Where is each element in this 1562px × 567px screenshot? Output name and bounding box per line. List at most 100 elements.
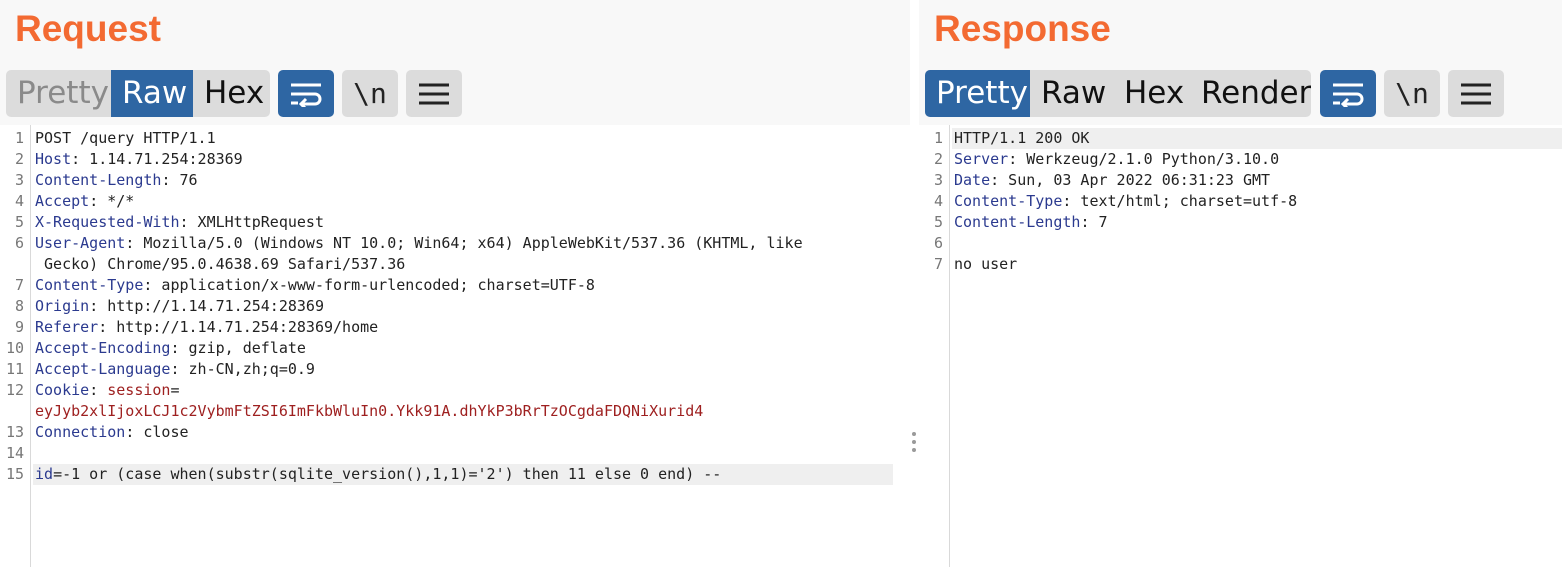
header-name: Connection bbox=[35, 423, 126, 441]
hamburger-menu-icon bbox=[1461, 83, 1491, 104]
header-value: : http://1.14.71.254:28369 bbox=[89, 297, 324, 315]
code-line: 2 Host: 1.14.71.254:28369 bbox=[0, 149, 910, 170]
response-newline-button[interactable]: \n bbox=[1384, 70, 1440, 117]
line-number: 6 bbox=[933, 234, 943, 252]
request-pane: Request Pretty Raw Hex \n 1 POST /query … bbox=[0, 0, 910, 567]
line-number: 2 bbox=[933, 150, 943, 168]
param-name: id bbox=[35, 465, 54, 483]
code-line: 10 Accept-Encoding: gzip, deflate bbox=[0, 338, 910, 359]
line-number: 5 bbox=[14, 213, 24, 231]
request-tab-hex[interactable]: Hex bbox=[193, 70, 270, 117]
header-value: : 1.14.71.254:28369 bbox=[71, 150, 243, 168]
wrap-lines-icon bbox=[291, 83, 322, 107]
response-wrap-lines-button[interactable] bbox=[1320, 70, 1376, 117]
header-name: Accept-Language bbox=[35, 360, 171, 378]
line-content: X-Requested-With: XMLHttpRequest bbox=[35, 212, 324, 233]
line-content: User-Agent: Mozilla/5.0 (Windows NT 10.0… bbox=[35, 233, 803, 254]
response-editor[interactable]: 1 HTTP/1.1 200 OK 2 Server: Werkzeug/2.1.0 … bbox=[919, 125, 1562, 567]
header-value: : text/html; charset=utf-8 bbox=[1062, 192, 1298, 210]
line-number: 3 bbox=[933, 171, 943, 189]
response-menu-button[interactable] bbox=[1448, 70, 1504, 117]
response-tab-pretty[interactable]: Pretty bbox=[925, 70, 1030, 117]
line-content: Origin: http://1.14.71.254:28369 bbox=[35, 296, 324, 317]
header-name: Referer bbox=[35, 318, 99, 336]
request-menu-button[interactable] bbox=[406, 70, 462, 117]
line-number: 8 bbox=[14, 297, 24, 315]
response-pane: Response Pretty Raw Hex Render \n 1 HTTP… bbox=[919, 0, 1562, 567]
header-value: POST /query HTTP/1.1 bbox=[35, 129, 216, 147]
code-line: 3 Date: Sun, 03 Apr 2022 06:31:23 GMT bbox=[919, 170, 1562, 191]
header-name: Content-Type bbox=[35, 276, 144, 294]
cookie-equals: = bbox=[170, 381, 180, 399]
line-content: Content-Type: text/html; charset=utf-8 bbox=[954, 191, 1297, 212]
line-number: 9 bbox=[14, 318, 24, 336]
line-content: Accept-Encoding: gzip, deflate bbox=[35, 338, 306, 359]
line-content: Connection: close bbox=[35, 422, 189, 443]
line-content: POST /query HTTP/1.1 bbox=[35, 128, 216, 149]
header-value: : bbox=[89, 381, 108, 399]
line-number: 5 bbox=[933, 213, 943, 231]
header-value: no user bbox=[954, 255, 1018, 273]
response-tab-render[interactable]: Render bbox=[1190, 70, 1311, 117]
request-tab-pretty[interactable]: Pretty bbox=[6, 70, 111, 117]
request-wrap-lines-button[interactable] bbox=[278, 70, 334, 117]
header-value: : XMLHttpRequest bbox=[179, 213, 325, 231]
header-name: Accept-Encoding bbox=[35, 339, 171, 357]
header-value: : application/x-www-form-urlencoded; cha… bbox=[143, 276, 595, 294]
line-content: Content-Length: 76 bbox=[35, 170, 198, 191]
line-content: Date: Sun, 03 Apr 2022 06:31:23 GMT bbox=[954, 170, 1270, 191]
header-name: Content-Type bbox=[954, 192, 1063, 210]
code-line: 3 Content-Length: 76 bbox=[0, 170, 910, 191]
code-line: 6 bbox=[919, 233, 1562, 254]
line-content: Content-Length: 7 bbox=[954, 212, 1108, 233]
header-name: Host bbox=[35, 150, 72, 168]
line-number: 1 bbox=[14, 129, 24, 147]
line-number: 3 bbox=[14, 171, 24, 189]
code-line: Gecko) Chrome/95.0.4638.69 Safari/537.36 bbox=[0, 254, 910, 275]
line-number: 11 bbox=[5, 360, 24, 378]
request-title: Request bbox=[15, 8, 161, 49]
header-name: X-Requested-With bbox=[35, 213, 180, 231]
code-line: 6 User-Agent: Mozilla/5.0 (Windows NT 10.… bbox=[0, 233, 910, 254]
param-value: =-1 or (case when(substr(sqlite_version(… bbox=[53, 465, 722, 483]
line-number: 10 bbox=[5, 339, 24, 357]
header-value: Gecko) Chrome/95.0.4638.69 Safari/537.36 bbox=[35, 255, 406, 273]
line-number: 4 bbox=[933, 192, 943, 210]
header-value: : close bbox=[125, 423, 189, 441]
code-line: 7 Content-Type: application/x-www-form-ur… bbox=[0, 275, 910, 296]
code-line: 15 id=-1 or (case when(substr(sqlite_vers… bbox=[0, 464, 910, 485]
response-tab-raw[interactable]: Raw bbox=[1030, 70, 1113, 117]
header-value: HTTP/1.1 200 OK bbox=[954, 129, 1090, 147]
line-number: 13 bbox=[5, 423, 24, 441]
code-line: 8 Origin: http://1.14.71.254:28369 bbox=[0, 296, 910, 317]
line-number: 6 bbox=[14, 234, 24, 252]
header-name: Content-Length bbox=[954, 213, 1081, 231]
line-number: 14 bbox=[5, 444, 24, 462]
line-number: 7 bbox=[933, 255, 943, 273]
header-name: Origin bbox=[35, 297, 90, 315]
code-line: 4 Accept: */* bbox=[0, 191, 910, 212]
code-line: 11 Accept-Language: zh-CN,zh;q=0.9 bbox=[0, 359, 910, 380]
pane-resize-handle-icon[interactable] bbox=[911, 432, 917, 456]
response-tab-hex[interactable]: Hex bbox=[1113, 70, 1190, 117]
line-content: Accept: */* bbox=[35, 191, 134, 212]
request-newline-button[interactable]: \n bbox=[342, 70, 398, 117]
header-value: : 7 bbox=[1080, 213, 1108, 231]
code-line: 5 X-Requested-With: XMLHttpRequest bbox=[0, 212, 910, 233]
line-number: 7 bbox=[14, 276, 24, 294]
request-header: Request Pretty Raw Hex \n bbox=[0, 0, 910, 125]
header-value: : Mozilla/5.0 (Windows NT 10.0; Win64; x… bbox=[125, 234, 803, 252]
line-content: Cookie: session= bbox=[35, 380, 180, 401]
cookie-value: eyJyb2xlIjoxLCJ1c2VybmFtZSI6ImFkbWluIn0.… bbox=[35, 402, 704, 420]
code-line: 5 Content-Length: 7 bbox=[919, 212, 1562, 233]
header-value: : */* bbox=[89, 192, 135, 210]
line-content: Content-Type: application/x-www-form-url… bbox=[35, 275, 595, 296]
code-line: eyJyb2xlIjoxLCJ1c2VybmFtZSI6ImFkbWluIn0.… bbox=[0, 401, 910, 422]
request-editor[interactable]: 1 POST /query HTTP/1.1 2 Host: 1.14.71.254:… bbox=[0, 125, 910, 567]
header-name: Server bbox=[954, 150, 1009, 168]
request-view-tabs: Pretty Raw Hex bbox=[6, 70, 270, 117]
header-value: : http://1.14.71.254:28369/home bbox=[98, 318, 379, 336]
request-tab-raw[interactable]: Raw bbox=[111, 70, 193, 117]
newline-icon: \n bbox=[1395, 77, 1429, 110]
code-line: 14 bbox=[0, 443, 910, 464]
